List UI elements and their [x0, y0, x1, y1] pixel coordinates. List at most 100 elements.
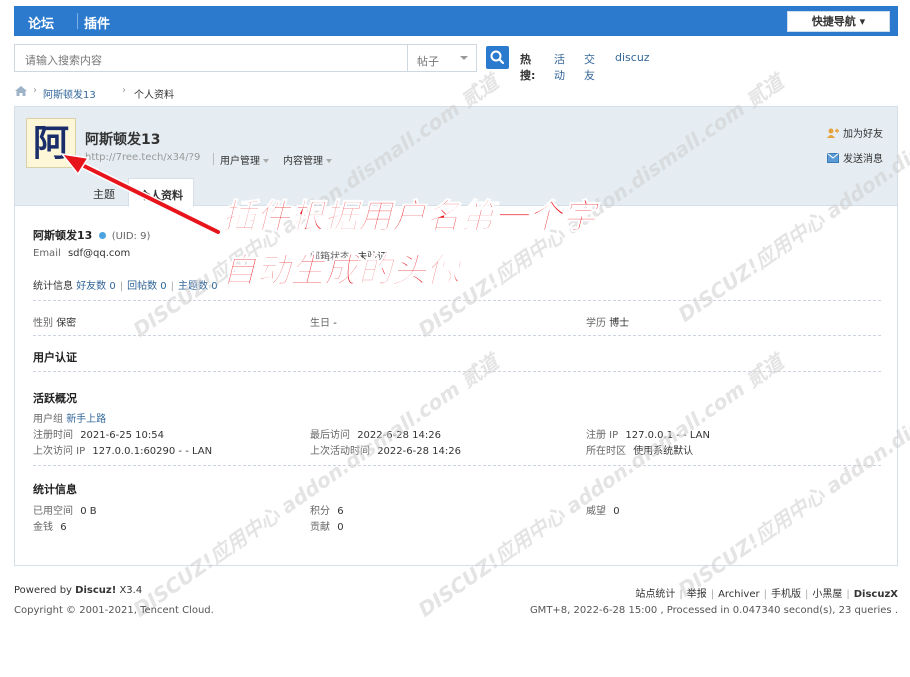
last-active: 上次活动时间 2022-6-28 14:26	[310, 442, 461, 457]
search-type-select[interactable]: 帖子	[407, 44, 477, 72]
points-label: 积分	[310, 506, 330, 517]
brand-link[interactable]: Discuz!	[75, 585, 116, 596]
reg-ip-label: 注册 IP	[586, 430, 619, 441]
search-type-label: 帖子	[417, 55, 439, 68]
email-line: Email sdf@qq.com	[33, 248, 130, 259]
gender-value: 保密	[56, 318, 77, 329]
email-value: sdf@qq.com	[67, 248, 131, 259]
chevron-down-icon	[460, 56, 468, 60]
copyright: Copyright © 2001-2021, Tencent Cloud.	[14, 605, 214, 616]
birthday-label: 生日	[310, 318, 330, 329]
space-value: 0 B	[80, 506, 97, 517]
last-ip-label: 上次访问 IP	[33, 446, 86, 457]
cert-title: 用户认证	[33, 351, 77, 364]
hot-search-link[interactable]: discuz	[615, 51, 650, 64]
reg-time-value: 2021-6-25 10:54	[80, 430, 164, 441]
content-manage-label: 内容管理	[283, 156, 323, 167]
search-icon	[490, 50, 505, 65]
contrib-value: 0	[337, 522, 344, 533]
footer-brand[interactable]: DiscuzX	[854, 589, 898, 600]
friends-count[interactable]: 好友数 0	[76, 281, 116, 292]
last-visit-label: 最后访问	[310, 430, 350, 441]
powered-by: Powered by Discuz! X3.4	[14, 585, 142, 596]
timezone-value: 使用系统默认	[633, 446, 694, 457]
search-button[interactable]	[486, 46, 509, 69]
search-input[interactable]: 请输入搜索内容	[14, 44, 408, 72]
birthday: 生日 -	[310, 314, 337, 329]
money-value: 6	[60, 522, 67, 533]
email-label: Email	[33, 248, 61, 259]
group-label: 用户组	[33, 414, 63, 425]
divider	[33, 300, 881, 301]
footer-link[interactable]: 站点统计	[635, 589, 675, 600]
contribution: 贡献 0	[310, 518, 344, 533]
footer-link[interactable]: Archiver	[718, 589, 760, 600]
add-friend-label: 加为好友	[843, 129, 883, 140]
last-ip-value: 127.0.0.1:60290 - - LAN	[92, 446, 213, 457]
send-message-button[interactable]: 发送消息	[827, 150, 883, 165]
reg-time-label: 注册时间	[33, 430, 73, 441]
divider	[33, 335, 881, 336]
server-status: GMT+8, 2022-6-28 15:00 , Processed in 0.…	[529, 605, 898, 616]
breadcrumb-user[interactable]: 阿斯顿发13	[43, 86, 96, 101]
money: 金钱 6	[33, 518, 67, 533]
education-label: 学历	[586, 318, 606, 329]
topics-count[interactable]: 主题数 0	[178, 281, 218, 292]
activity-title: 活跃概况	[33, 392, 77, 405]
top-navigation: 论坛 插件 快捷导航 ▾	[14, 6, 898, 36]
reg-ip-value: 127.0.0.1 - - LAN	[625, 430, 710, 441]
annotation: 插件根据用户名第一个字 自动生成的头像	[222, 190, 597, 298]
gender: 性别 保密	[33, 314, 76, 329]
space-used: 已用空间 0 B	[33, 502, 97, 517]
prestige: 威望 0	[586, 502, 620, 517]
breadcrumb-current: 个人资料	[134, 90, 174, 101]
points: 积分 6	[310, 502, 344, 517]
chevron-down-icon	[326, 159, 332, 163]
divider	[33, 371, 881, 372]
gender-label: 性别	[33, 318, 53, 329]
nav-divider	[77, 13, 78, 29]
hot-search-link[interactable]: 交友	[584, 51, 595, 83]
footer-link[interactable]: 手机版	[771, 589, 801, 600]
last-ip: 上次访问 IP 127.0.0.1:60290 - - LAN	[33, 442, 212, 457]
education-value: 博士	[609, 318, 630, 329]
footer-link[interactable]: 举报	[687, 589, 707, 600]
nav-forum[interactable]: 论坛	[28, 13, 54, 32]
last-active-label: 上次活动时间	[310, 446, 370, 457]
birthday-value: -	[333, 318, 337, 329]
last-visit-value: 2022-6-28 14:26	[357, 430, 441, 441]
powered-label: Powered by	[14, 585, 72, 596]
nav-plugin[interactable]: 插件	[84, 13, 110, 32]
footer-links: 站点统计 | 举报 | Archiver | 手机版 | 小黑屋 | DiscuzX	[635, 589, 898, 600]
education: 学历 博士	[586, 314, 629, 329]
home-icon[interactable]	[14, 85, 28, 97]
add-friend-icon	[827, 128, 839, 138]
replies-count[interactable]: 回帖数 0	[127, 281, 167, 292]
quick-nav-button[interactable]: 快捷导航 ▾	[787, 11, 890, 32]
space-label: 已用空间	[33, 506, 73, 517]
annotation-line1: 插件根据用户名第一个字	[222, 197, 597, 238]
stats-title: 统计信息	[33, 483, 77, 496]
reg-ip: 注册 IP 127.0.0.1 - - LAN	[586, 426, 710, 441]
mail-icon	[827, 153, 839, 163]
prestige-value: 0	[613, 506, 620, 517]
money-label: 金钱	[33, 522, 53, 533]
group-value[interactable]: 新手上路	[66, 414, 106, 425]
points-value: 6	[337, 506, 344, 517]
footer-link[interactable]: 小黑屋	[812, 589, 842, 600]
reg-time: 注册时间 2021-6-25 10:54	[33, 426, 164, 441]
user-group: 用户组 新手上路	[33, 410, 106, 425]
stats-label: 统计信息	[33, 281, 73, 292]
add-friend-button[interactable]: 加为好友	[827, 125, 883, 140]
prestige-label: 威望	[586, 506, 606, 517]
hot-search-link[interactable]: 活动	[554, 51, 565, 83]
content-manage-menu[interactable]: 内容管理	[283, 152, 332, 167]
breadcrumb-separator: ›	[33, 85, 37, 96]
divider	[33, 465, 881, 466]
last-active-value: 2022-6-28 14:26	[377, 446, 461, 457]
profile-username: 阿斯顿发13	[85, 132, 161, 148]
annotation-line2: 自动生成的头像	[222, 251, 461, 292]
chevron-down-icon	[263, 159, 269, 163]
timezone-label: 所在时区	[586, 446, 626, 457]
breadcrumb-separator: ›	[122, 85, 126, 96]
